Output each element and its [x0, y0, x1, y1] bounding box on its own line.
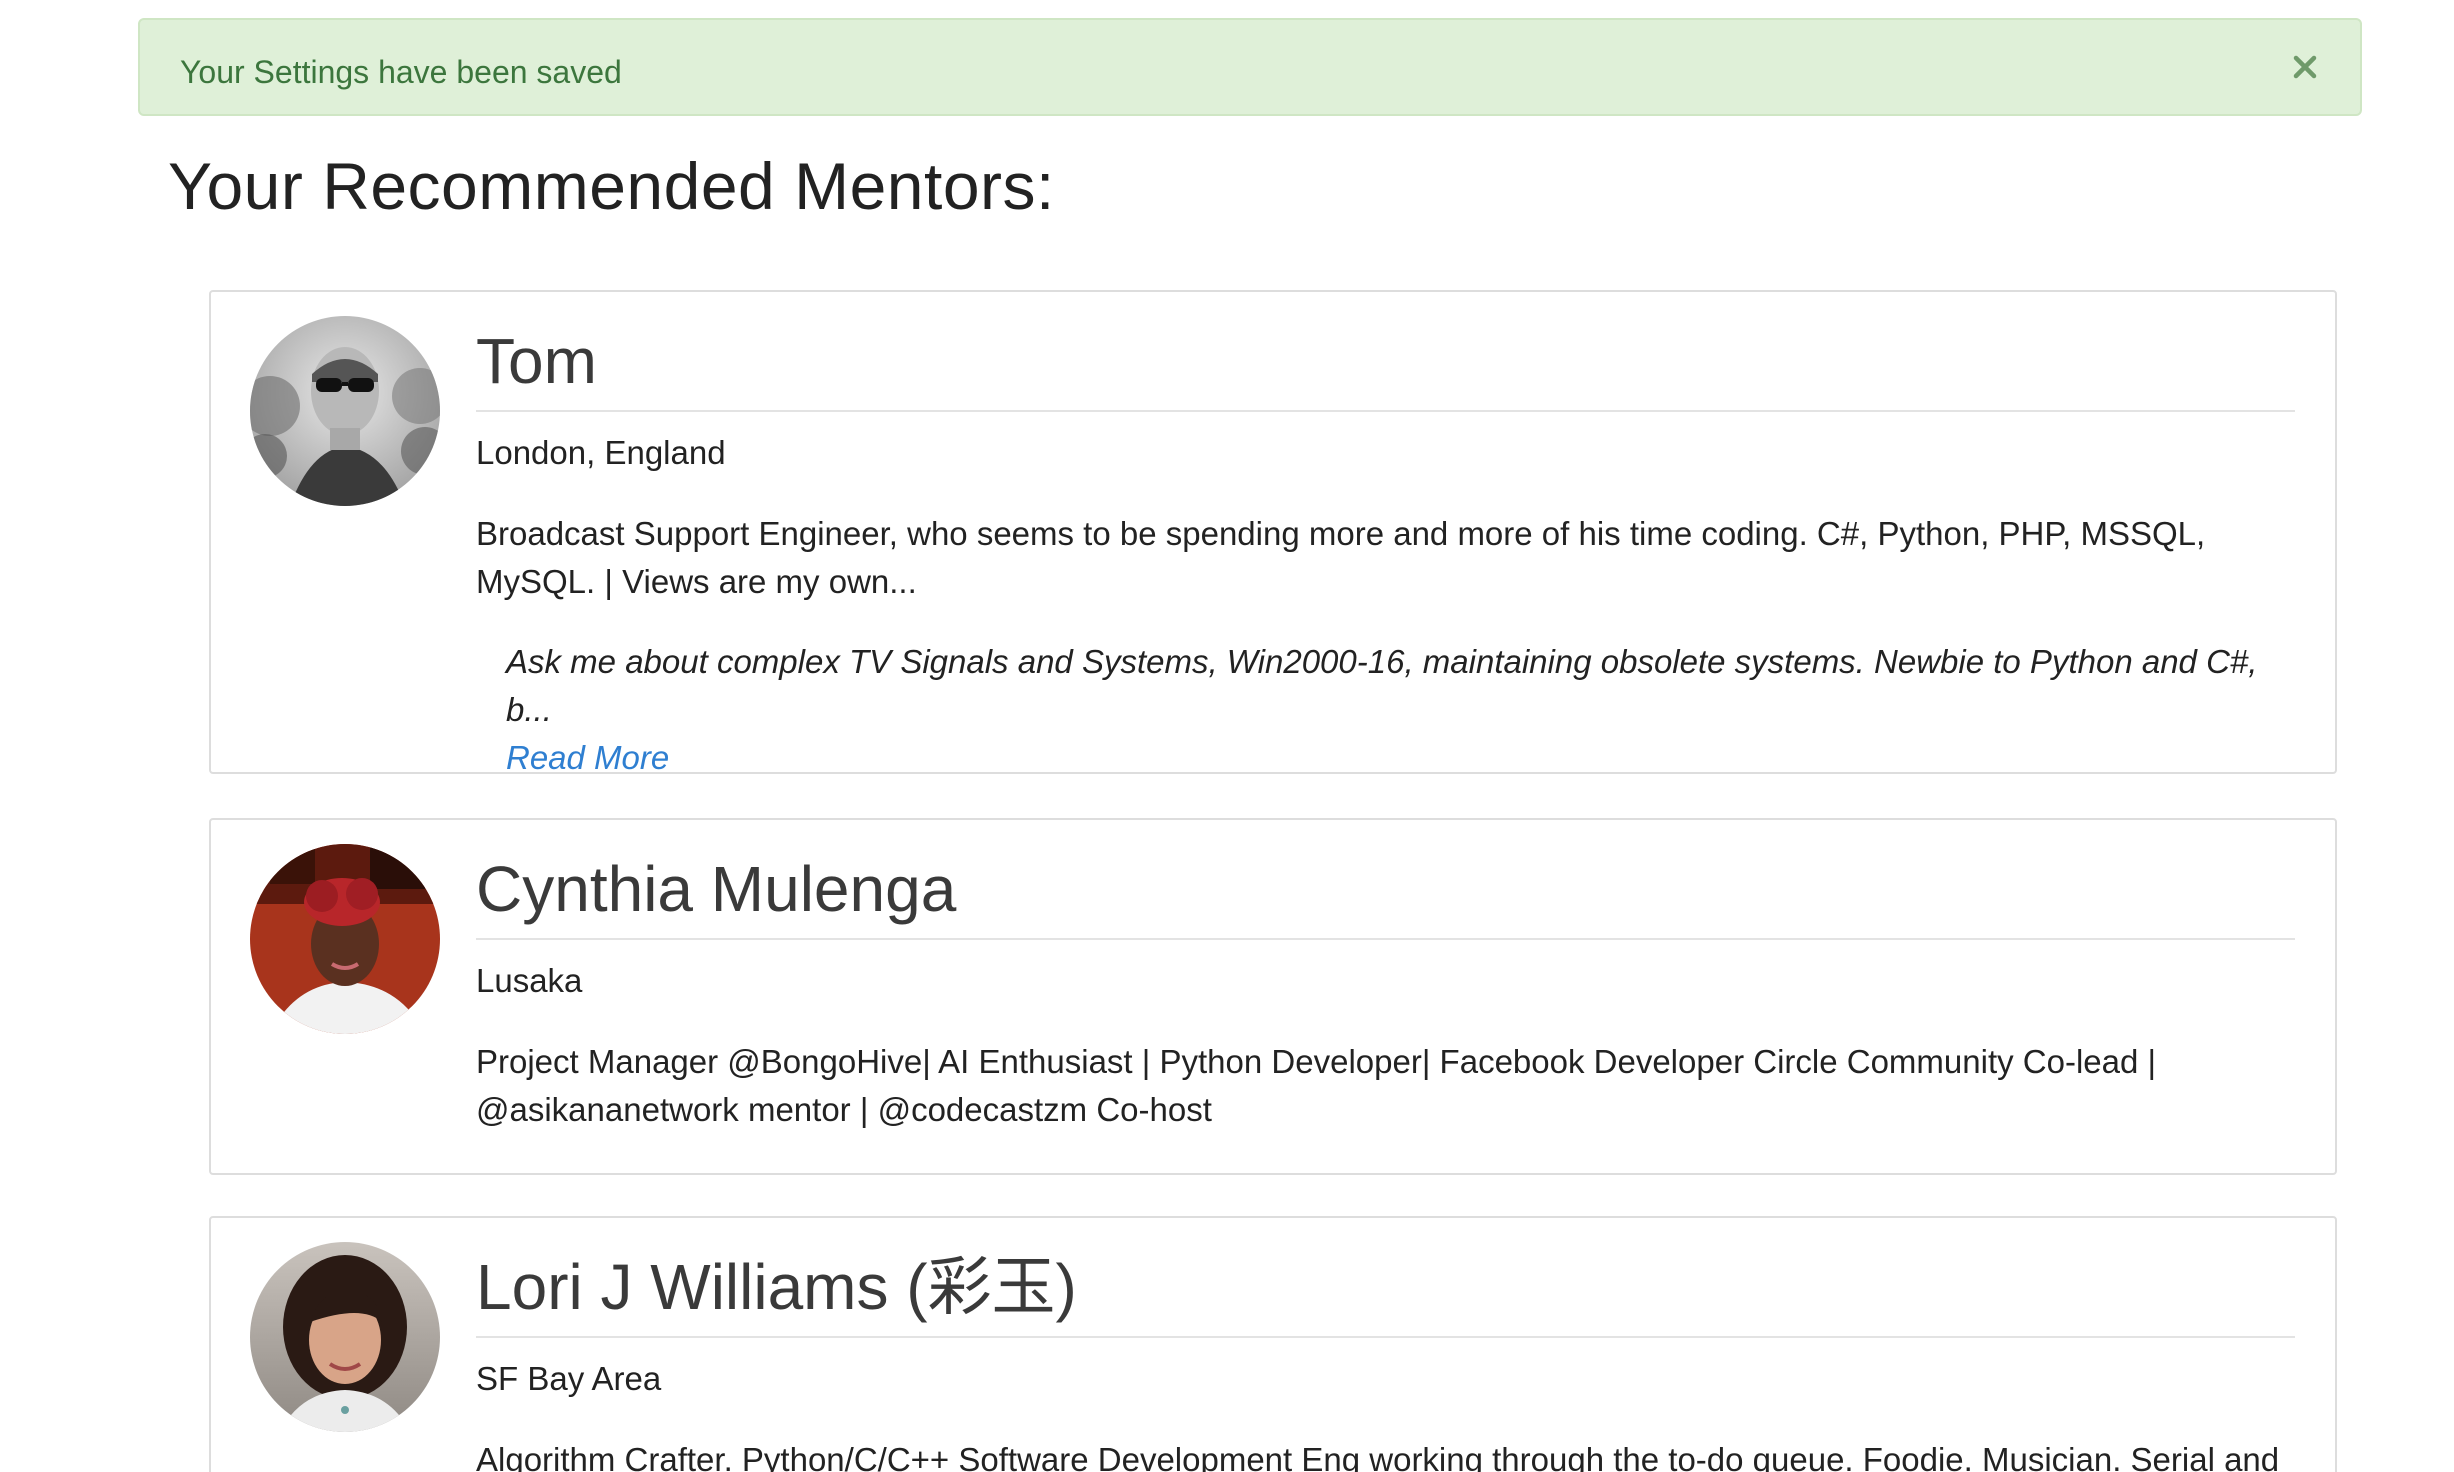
mentor-card: Tom London, England Broadcast Support En…	[209, 290, 2337, 776]
avatar[interactable]	[250, 1242, 440, 1432]
read-more-link[interactable]: Read More	[506, 734, 2295, 782]
mentor-location: London, England	[476, 434, 726, 471]
avatar[interactable]	[250, 844, 440, 1034]
mentor-info: Tom London, England Broadcast Support En…	[476, 292, 2295, 782]
avatar[interactable]	[250, 316, 440, 506]
success-alert: Your Settings have been saved	[138, 18, 2362, 116]
mentor-ask-me-about: Ask me about complex TV Signals and Syst…	[506, 638, 2295, 782]
alert-message: Your Settings have been saved	[180, 53, 622, 90]
mentor-location: Lusaka	[476, 962, 583, 999]
mentor-card: Lori J Williams (彩玉) SF Bay Area Algorit…	[209, 1216, 2337, 1472]
mentor-bio: Broadcast Support Engineer, who seems to…	[476, 515, 2206, 600]
ask-text: Ask me about complex TV Signals and Syst…	[506, 643, 2258, 728]
mentor-bio: Algorithm Crafter. Python/C/C++ Software…	[476, 1441, 2280, 1472]
mentor-info: Cynthia Mulenga Lusaka Project Manager @…	[476, 820, 2295, 1134]
mentor-card: Cynthia Mulenga Lusaka Project Manager @…	[209, 818, 2337, 1175]
mentor-info: Lori J Williams (彩玉) SF Bay Area Algorit…	[476, 1218, 2295, 1472]
mentor-name[interactable]: Lori J Williams (彩玉)	[476, 1218, 2295, 1338]
page: Your Settings have been saved Your Recom…	[0, 0, 2454, 1472]
mentor-bio: Project Manager @BongoHive| AI Enthusias…	[476, 1043, 2157, 1128]
mentor-name[interactable]: Tom	[476, 292, 2295, 412]
close-icon[interactable]	[2290, 52, 2320, 82]
page-title: Your Recommended Mentors:	[168, 149, 1055, 223]
mentor-location: SF Bay Area	[476, 1360, 662, 1397]
mentor-name[interactable]: Cynthia Mulenga	[476, 820, 2295, 940]
